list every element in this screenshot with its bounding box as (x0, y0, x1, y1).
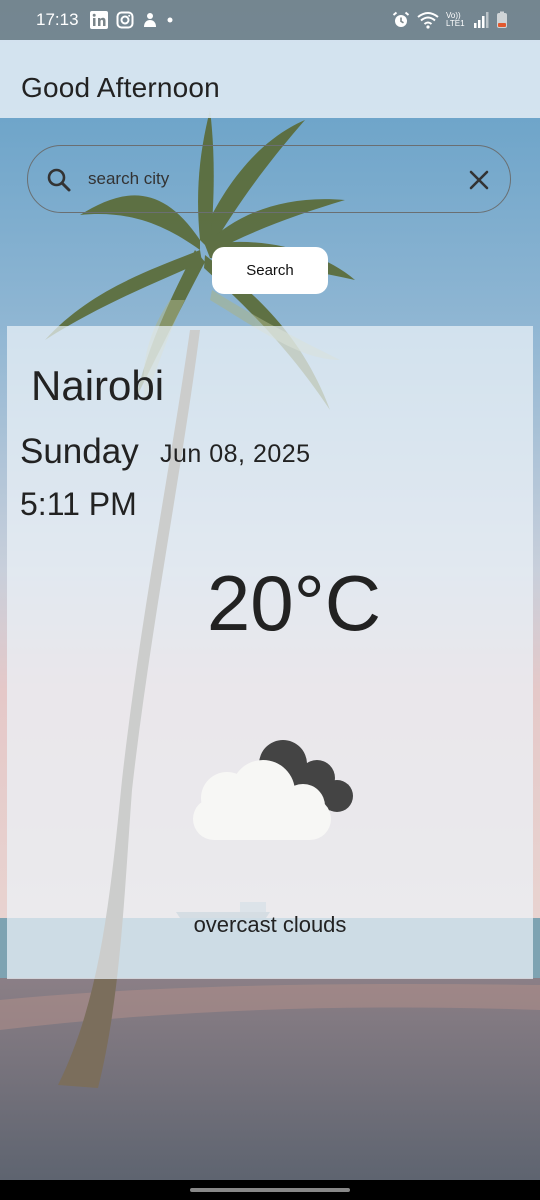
battery-low-icon (497, 11, 507, 28)
search-icon (47, 168, 71, 192)
weather-card: Nairobi Sunday Jun 08, 2025 5:11 PM 20°C… (7, 326, 533, 979)
overcast-clouds-icon (193, 740, 353, 840)
signal-icon (474, 12, 489, 28)
weather-condition: overcast clouds (193, 912, 347, 937)
page-title: Good Afternoon (21, 72, 220, 103)
wifi-icon (417, 12, 439, 29)
local-time: 5:11 PM (20, 486, 137, 522)
temperature: 20°C (206, 559, 382, 647)
search-button[interactable]: Search (212, 247, 328, 294)
instagram-icon (116, 11, 134, 29)
dot-icon (167, 17, 173, 23)
city-name: Nairobi (31, 362, 165, 409)
search-field[interactable] (27, 145, 511, 213)
status-right-icons: Vo)) LTE1 (392, 11, 508, 29)
date: Jun 08, 2025 (160, 440, 311, 468)
status-left-icons (90, 11, 174, 29)
status-bar: 17:13 Vo)) LTE1 (0, 0, 540, 40)
navigation-bar (0, 1180, 540, 1200)
close-icon[interactable] (466, 167, 492, 193)
volte-icon: Vo)) LTE1 (446, 11, 465, 28)
weekday: Sunday (20, 432, 139, 471)
alarm-icon (392, 11, 410, 27)
app-notification-icon (144, 13, 156, 27)
linkedin-icon (90, 11, 108, 29)
home-gesture-handle[interactable] (190, 1188, 350, 1192)
search-input[interactable] (88, 166, 448, 192)
app-bar: Good Afternoon (0, 40, 540, 118)
status-time: 17:13 (36, 10, 79, 29)
